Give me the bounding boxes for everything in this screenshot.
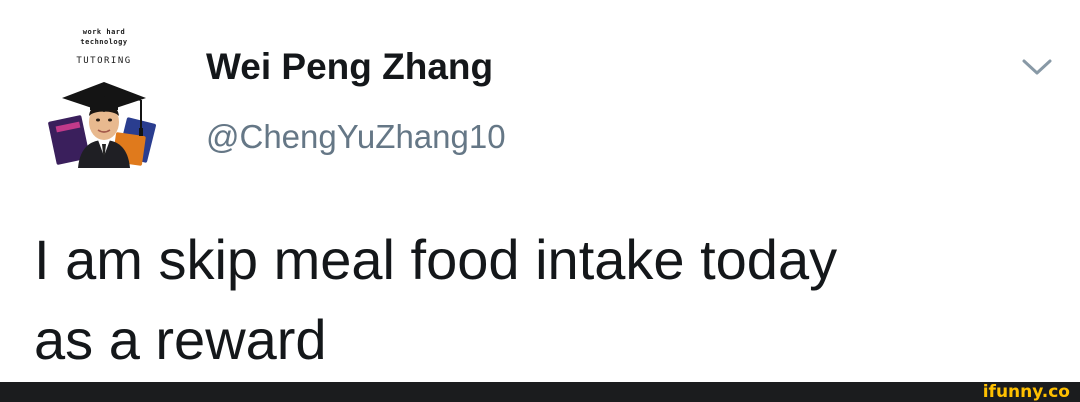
tweet-card: work hard technology TUTORING Wei Peng Z… — [0, 0, 1080, 382]
ifunny-watermark: ifunny.co — [982, 382, 1070, 402]
author-display-name[interactable]: Wei Peng Zhang — [206, 46, 493, 88]
tweet-text-line: as a reward — [34, 308, 327, 371]
avatar-brand-line: TUTORING — [76, 56, 132, 66]
watermark-bar: ifunny.co — [0, 382, 1080, 402]
tweet-text: I am skip meal food intake today as a re… — [34, 220, 1054, 380]
avatar-brand-line: technology — [80, 38, 128, 46]
avatar[interactable]: work hard technology TUTORING — [48, 24, 160, 168]
avatar-portrait-image — [48, 82, 156, 168]
tweet-text-line: I am skip meal food intake today — [34, 228, 838, 291]
chevron-down-icon[interactable] — [1020, 56, 1054, 78]
avatar-brand-line: work hard — [82, 28, 126, 36]
author-handle[interactable]: @ChengYuZhang10 — [206, 118, 506, 156]
